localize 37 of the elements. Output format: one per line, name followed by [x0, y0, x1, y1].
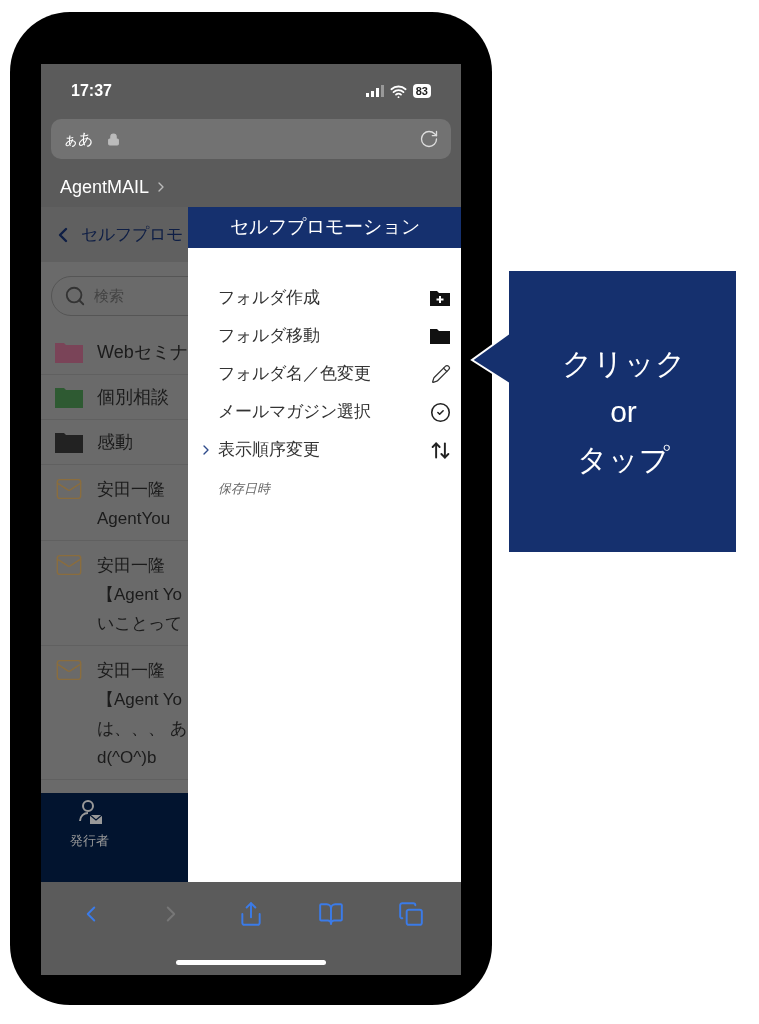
sort-option[interactable]: 保存日時	[188, 469, 461, 499]
battery-indicator: 83	[412, 84, 431, 98]
back-header-title: セルフプロモ	[81, 223, 183, 246]
search-icon	[64, 285, 86, 307]
mail-preview: いことって	[97, 613, 183, 635]
folder-item[interactable]: 個別相談	[41, 375, 188, 420]
callout-text: クリック	[561, 345, 686, 382]
mail-preview: 【Agent Yo	[97, 689, 184, 711]
text-size-label[interactable]: ぁあ	[63, 127, 93, 151]
callout-text: タップ	[577, 441, 670, 478]
check-circle-icon	[430, 401, 451, 423]
mail-sender: 安田一隆	[97, 660, 166, 682]
breadcrumb-link[interactable]: AgentMAIL	[60, 173, 150, 201]
url-bar[interactable]: ぁあ	[51, 119, 451, 159]
tab-label: 発行者	[70, 832, 109, 850]
folder-item[interactable]: Webセミナ	[41, 330, 188, 375]
mail-sender: 安田一隆	[97, 479, 166, 501]
mail-preview: 【Agent Yo	[97, 584, 183, 606]
mail-preview: AgentYou	[97, 508, 171, 530]
lock-icon	[107, 132, 120, 146]
folder-icon	[429, 327, 451, 345]
signal-icon	[365, 85, 384, 97]
back-header[interactable]: セルフプロモ	[41, 207, 188, 262]
callout-text: or	[610, 393, 637, 430]
status-time: 17:37	[71, 81, 112, 101]
folder-item[interactable]: 感動	[41, 420, 188, 465]
drawer-title: セルフプロモーション	[229, 215, 420, 240]
folder-plus-icon	[429, 289, 451, 307]
menu-item[interactable]: フォルダ作成	[188, 279, 461, 317]
menu-item[interactable]: フォルダ移動	[188, 317, 461, 355]
mail-preview: d(^O^)b	[97, 747, 158, 769]
mail-sender: 安田一隆	[97, 555, 166, 577]
menu-item[interactable]: フォルダ名／色変更	[188, 355, 461, 393]
mail-preview: は、、、 あ	[97, 718, 187, 740]
menu-item[interactable]: メールマガジン選択	[188, 393, 461, 431]
pencil-icon	[431, 364, 451, 384]
reload-icon[interactable]	[419, 129, 439, 149]
